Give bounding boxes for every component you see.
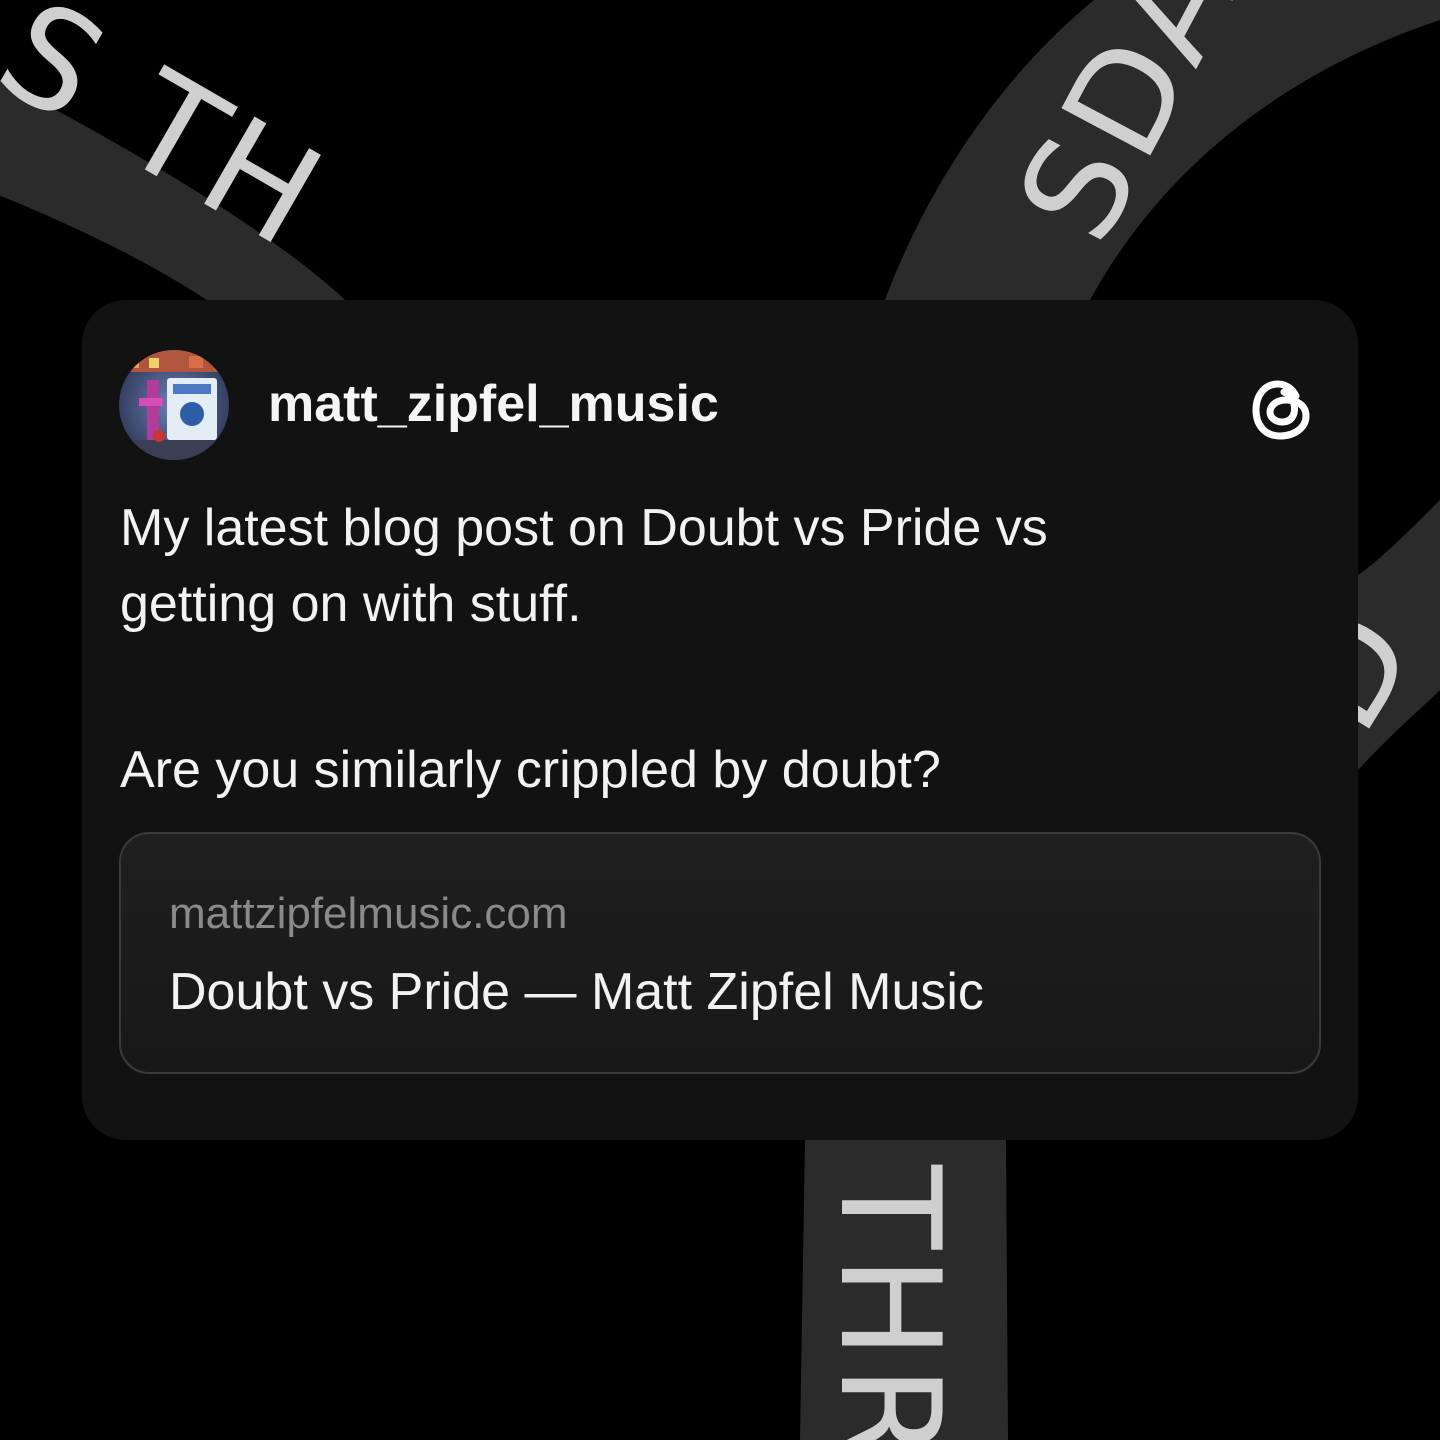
profile-avatar[interactable]: [119, 350, 229, 460]
post-paragraph: Are you similarly crippled by doubt?: [120, 741, 941, 799]
ribbon-bottom-text: THR: [809, 1164, 970, 1440]
svg-text:THR: THR: [809, 1164, 970, 1440]
link-preview-card[interactable]: mattzipfelmusic.com Doubt vs Pride — Mat…: [119, 832, 1321, 1074]
post-body: My latest blog post on Doubt vs Pride vs…: [120, 490, 1300, 808]
threads-post-card[interactable]: matt_zipfel_music My latest blog post on…: [82, 300, 1358, 1140]
threads-post-share-image: S TH SDA D THR: [0, 0, 1440, 1440]
link-preview-title: Doubt vs Pride — Matt Zipfel Music: [169, 963, 984, 1021]
link-preview-domain: mattzipfelmusic.com: [169, 889, 568, 938]
post-paragraph: My latest blog post on Doubt vs Pride vs…: [120, 499, 1048, 633]
username[interactable]: matt_zipfel_music: [268, 372, 719, 436]
threads-logo-icon[interactable]: [1250, 374, 1316, 444]
avatar-photo-icon: [119, 350, 229, 460]
